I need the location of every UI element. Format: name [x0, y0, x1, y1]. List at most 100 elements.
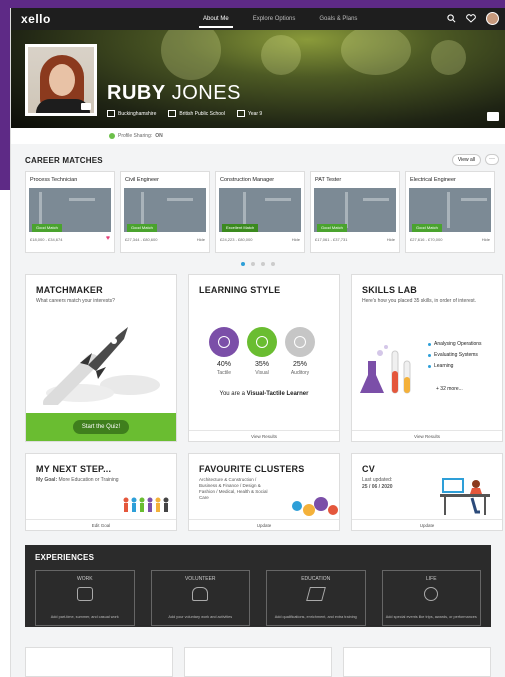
- career-salary-row: £27,344 - £80,600 Hide: [121, 232, 209, 247]
- top-nav: xello About Me Explore Options Goals & P…: [11, 8, 505, 30]
- view-all-button[interactable]: View all: [451, 154, 481, 166]
- nav-icons: [447, 12, 499, 25]
- career-card[interactable]: Process Technician Good Match £18,000 - £3…: [25, 171, 115, 253]
- photo-detail: [167, 198, 193, 201]
- sharing-value[interactable]: ON: [155, 133, 163, 139]
- xello-logo[interactable]: xello: [21, 12, 191, 26]
- school-icon: [168, 110, 177, 117]
- next-step-title: MY NEXT STEP...: [36, 464, 112, 474]
- partial-tile[interactable]: [343, 647, 491, 677]
- photo-detail: [363, 198, 389, 201]
- hide-link[interactable]: Hide: [197, 237, 205, 242]
- update-cv-button[interactable]: Update: [352, 519, 502, 530]
- cv-tile[interactable]: CV Last updated: 25 / 06 / 2020 Update: [351, 453, 503, 531]
- auditory-label: Auditory: [290, 370, 310, 376]
- bokeh-light: [261, 35, 301, 75]
- search-icon[interactable]: [447, 14, 456, 23]
- auditory-percent: 25%: [292, 361, 307, 368]
- learning-view-results[interactable]: View Results: [189, 430, 339, 441]
- experience-card-education[interactable]: EDUCATION Add qualifications, enrichment…: [266, 570, 366, 626]
- hand-icon: [192, 587, 209, 601]
- partial-tile[interactable]: [25, 647, 173, 677]
- career-salary: £27,616 - £70,000: [410, 237, 443, 242]
- photo-detail: [461, 198, 487, 201]
- matchmaker-title: MATCHMAKER: [36, 285, 103, 295]
- banner-camera-icon[interactable]: [487, 112, 499, 121]
- career-card[interactable]: Construction Manager Excellent Match £24,2…: [215, 171, 305, 253]
- career-photo: Good Match: [29, 188, 111, 232]
- tactile-circle-icon: [209, 327, 239, 357]
- hide-link[interactable]: Hide: [292, 237, 300, 242]
- hide-link[interactable]: Hide: [482, 237, 490, 242]
- skills-lab-tile[interactable]: SKILLS LAB Here's how you placed 35 skil…: [351, 274, 503, 442]
- experience-card-life[interactable]: LIFE Add special events like trips, awar…: [381, 570, 481, 626]
- sharing-label: Profile Sharing:: [118, 133, 153, 139]
- bokeh-light: [161, 30, 221, 80]
- visual-label: Visual: [255, 370, 269, 376]
- photo-camera-icon[interactable]: [81, 103, 91, 110]
- quiz-bar: Start the Quiz!: [26, 413, 176, 441]
- match-badge: Good Match: [412, 224, 442, 232]
- heart-icon[interactable]: [466, 14, 476, 23]
- skill-item: Learning: [428, 363, 482, 370]
- experience-cards: WORK Add part-time, summer, and casual w…: [35, 570, 481, 626]
- career-salary: £27,344 - £80,600: [125, 237, 158, 242]
- career-matches-title: CAREER MATCHES: [25, 156, 103, 165]
- favourite-heart-icon[interactable]: ♥: [106, 235, 110, 242]
- career-salary: £24,223 - £80,000: [220, 237, 253, 242]
- experience-card-volunteer[interactable]: VOLUNTEER Add your voluntary work and ac…: [150, 570, 250, 626]
- experiences-title: EXPERIENCES: [35, 553, 95, 562]
- career-card[interactable]: Civil Engineer Good Match £27,344 - £80,60…: [120, 171, 210, 253]
- next-step-goal: My Goal: More Education or Training: [36, 477, 119, 483]
- favourite-clusters-tile[interactable]: FAVOURITE CLUSTERS Architecture & Constr…: [188, 453, 340, 531]
- check-icon: [109, 133, 115, 139]
- skills-more-link[interactable]: + 32 more...: [436, 386, 463, 392]
- career-photo: Excellent Match: [219, 188, 301, 232]
- learning-style-result: You are a Visual-Tactile Learner: [219, 391, 309, 397]
- user-avatar[interactable]: [486, 12, 499, 25]
- more-options-button[interactable]: ···: [485, 154, 499, 165]
- career-salary: £17,061 - £37,731: [315, 237, 348, 242]
- nav-goals-plans[interactable]: Goals & Plans: [307, 8, 369, 30]
- career-card[interactable]: PAT Tester Good Match £17,061 - £37,731 Hid…: [310, 171, 400, 253]
- career-photo: Good Match: [124, 188, 206, 232]
- experience-desc: Add part-time, summer, and casual work: [50, 615, 119, 619]
- nav-explore-options[interactable]: Explore Options: [241, 8, 308, 30]
- pagination-dot[interactable]: [251, 262, 255, 266]
- partial-tile[interactable]: [184, 647, 332, 677]
- skills-view-results[interactable]: View Results: [352, 430, 502, 441]
- learning-style-tile[interactable]: LEARNING STYLE 40% 35% 25% Tactile Visua…: [188, 274, 340, 442]
- tactile-percent: 40%: [216, 361, 231, 368]
- pagination-dot[interactable]: [241, 262, 245, 266]
- people-illustration: [123, 497, 169, 512]
- update-clusters-button[interactable]: Update: [189, 519, 339, 530]
- briefcase-icon: [76, 587, 93, 601]
- career-title: Electrical Engineer: [410, 177, 456, 183]
- skills-lab-subtitle: Here's how you placed 35 skills, in orde…: [362, 298, 477, 304]
- pagination-dot[interactable]: [271, 262, 275, 266]
- career-title: Civil Engineer: [125, 177, 159, 183]
- chemistry-flask-illustration: [360, 345, 411, 394]
- hide-link[interactable]: Hide: [387, 237, 395, 242]
- skill-item: Analysing Operations: [428, 341, 482, 348]
- career-card[interactable]: Electrical Engineer Good Match £27,616 - £…: [405, 171, 495, 253]
- career-cards: Process Technician Good Match £18,000 - £3…: [11, 171, 505, 253]
- next-step-tile[interactable]: MY NEXT STEP... My Goal: More Education …: [25, 453, 177, 531]
- matchmaker-tile[interactable]: MATCHMAKER What careers match your inter…: [25, 274, 177, 442]
- experience-card-work[interactable]: WORK Add part-time, summer, and casual w…: [35, 570, 135, 626]
- career-salary-row: £17,061 - £37,731 Hide: [311, 232, 399, 247]
- photo-detail: [141, 192, 144, 228]
- nav-about-me[interactable]: About Me: [191, 8, 241, 30]
- learning-style-circles: [209, 327, 315, 357]
- auditory-ear-icon: [285, 327, 315, 357]
- experience-label: EDUCATION: [301, 576, 331, 582]
- edit-goal-button[interactable]: Edit Goal: [26, 519, 176, 530]
- start-quiz-button[interactable]: Start the Quiz!: [72, 420, 130, 434]
- pagination-dot[interactable]: [261, 262, 265, 266]
- match-badge: Excellent Match: [222, 224, 259, 232]
- experiences-section: EXPERIENCES WORK Add part-time, summer, …: [25, 545, 491, 627]
- dashboard-tiles: MATCHMAKER What careers match your inter…: [11, 274, 505, 531]
- matchmaker-subtitle: What careers match your interests?: [36, 298, 115, 304]
- tactile-label: Tactile: [216, 370, 232, 376]
- career-photo: Good Match: [314, 188, 396, 232]
